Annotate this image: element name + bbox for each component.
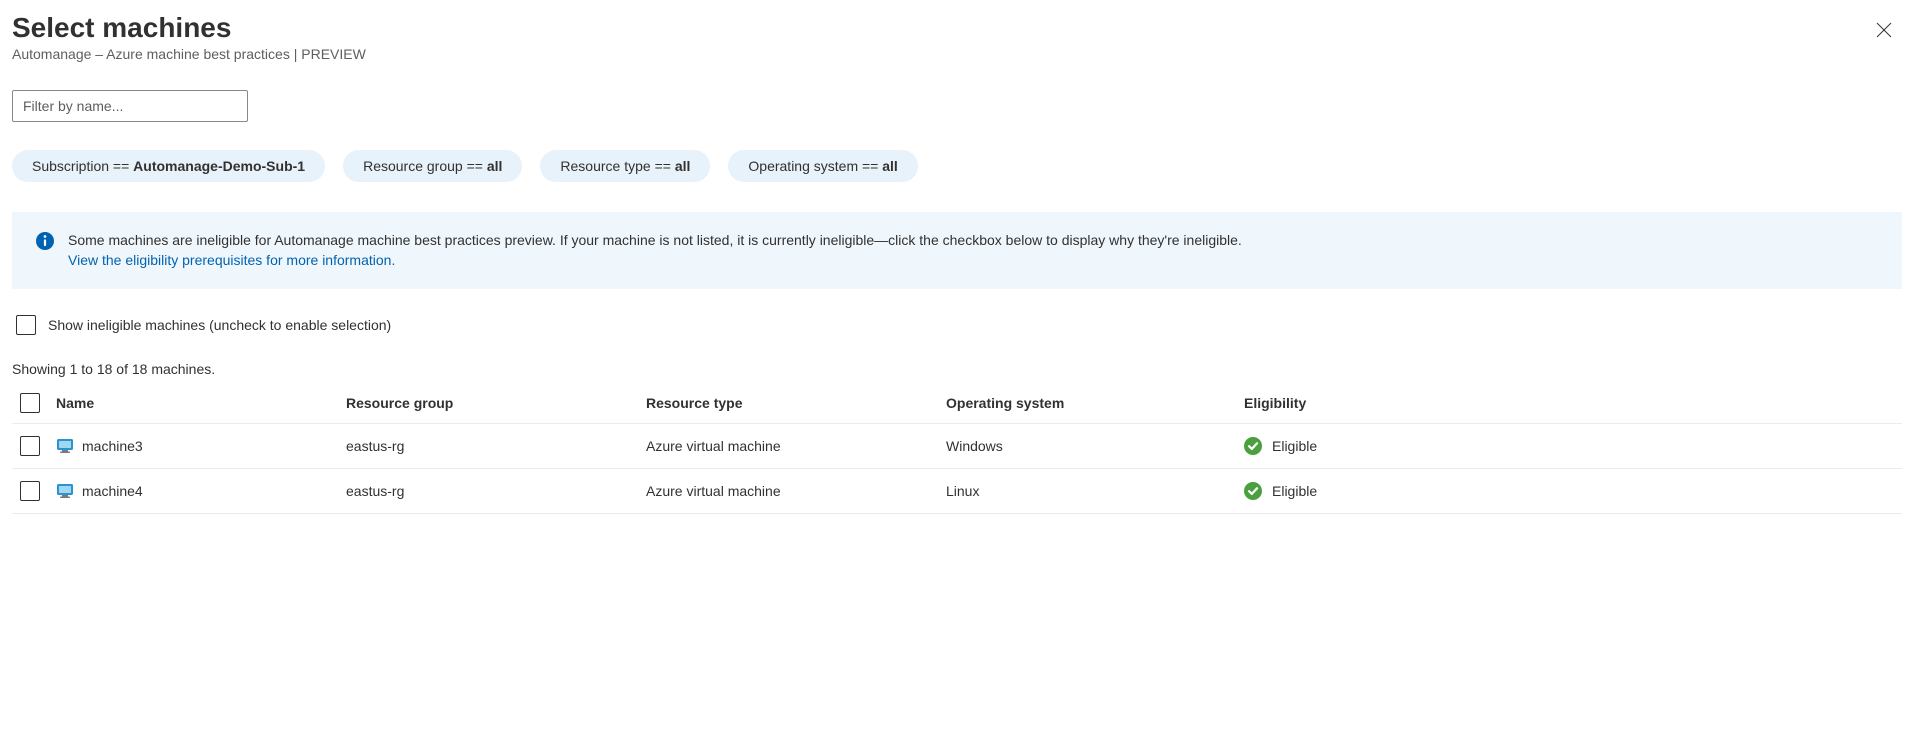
row-resource-type: Azure virtual machine — [646, 483, 946, 499]
machines-table: Name Resource group Resource type Operat… — [12, 383, 1902, 514]
filter-input[interactable] — [12, 90, 248, 122]
info-banner: Some machines are ineligible for Automan… — [12, 212, 1902, 289]
pill-label: Operating system == — [748, 158, 882, 174]
row-checkbox[interactable] — [20, 436, 40, 456]
close-button[interactable] — [1872, 18, 1896, 45]
table-row: machine4 eastus-rg Azure virtual machine… — [12, 469, 1902, 514]
success-icon — [1244, 437, 1262, 455]
filter-pill-resource-type[interactable]: Resource type == all — [540, 150, 710, 182]
col-resource-group[interactable]: Resource group — [346, 395, 646, 411]
vm-icon — [56, 482, 74, 500]
filter-pill-resource-group[interactable]: Resource group == all — [343, 150, 522, 182]
pill-value: all — [675, 158, 691, 174]
results-count: Showing 1 to 18 of 18 machines. — [12, 361, 1902, 377]
row-eligibility: Eligible — [1272, 438, 1317, 454]
row-resource-group: eastus-rg — [346, 483, 646, 499]
pill-value: all — [882, 158, 898, 174]
success-icon — [1244, 482, 1262, 500]
info-banner-text: Some machines are ineligible for Automan… — [68, 232, 1242, 248]
filter-pill-subscription[interactable]: Subscription == Automanage-Demo-Sub-1 — [12, 150, 325, 182]
pill-label: Resource group == — [363, 158, 487, 174]
show-ineligible-checkbox[interactable] — [16, 315, 36, 335]
filter-pill-row: Subscription == Automanage-Demo-Sub-1 Re… — [12, 150, 1902, 182]
close-icon — [1876, 22, 1892, 38]
row-checkbox[interactable] — [20, 481, 40, 501]
filter-pill-operating-system[interactable]: Operating system == all — [728, 150, 917, 182]
page-subtitle: Automanage – Azure machine best practice… — [12, 46, 366, 62]
row-resource-type: Azure virtual machine — [646, 438, 946, 454]
vm-icon — [56, 437, 74, 455]
row-name[interactable]: machine4 — [82, 483, 143, 499]
row-resource-group: eastus-rg — [346, 438, 646, 454]
pill-label: Resource type == — [560, 158, 674, 174]
col-operating-system[interactable]: Operating system — [946, 395, 1244, 411]
pill-value: Automanage-Demo-Sub-1 — [133, 158, 305, 174]
row-os: Linux — [946, 483, 1244, 499]
col-eligibility[interactable]: Eligibility — [1244, 395, 1902, 411]
info-icon — [36, 232, 54, 250]
row-name[interactable]: machine3 — [82, 438, 143, 454]
info-banner-link[interactable]: View the eligibility prerequisites for m… — [68, 252, 395, 268]
pill-value: all — [487, 158, 503, 174]
row-os: Windows — [946, 438, 1244, 454]
pill-label: Subscription == — [32, 158, 133, 174]
col-resource-type[interactable]: Resource type — [646, 395, 946, 411]
col-name[interactable]: Name — [56, 395, 346, 411]
table-row: machine3 eastus-rg Azure virtual machine… — [12, 424, 1902, 469]
row-eligibility: Eligible — [1272, 483, 1317, 499]
show-ineligible-label: Show ineligible machines (uncheck to ena… — [48, 317, 391, 333]
table-header: Name Resource group Resource type Operat… — [12, 383, 1902, 424]
page-title: Select machines — [12, 12, 366, 44]
select-all-checkbox[interactable] — [20, 393, 40, 413]
